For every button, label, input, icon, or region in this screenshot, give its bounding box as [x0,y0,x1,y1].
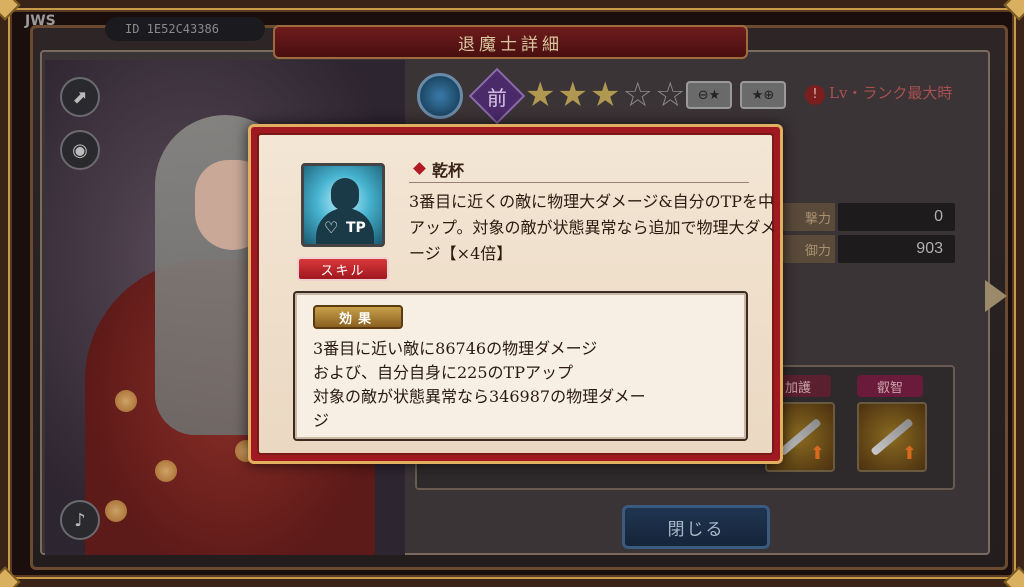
game-logo: JWS [25,13,56,29]
skill-detail-popup[interactable]: ♡ TP スキル 乾杯 3番目に近くの敵に物理大ダメージ&自分のTPを中アップ。… [248,124,783,464]
star-icon: ★ [525,75,556,115]
game-screen: JWS ID 1E52C43386 退魔士詳細 ⬈ ◉ ♪ 前 ★ ★ ★ ☆ … [0,0,1024,587]
share-icon: ⬈ [72,86,88,108]
skill-icon-label: TP [346,220,366,236]
equipment-slot[interactable]: ⬆ [857,402,927,472]
skill-name-row: 乾杯 [409,155,749,183]
stat-row: 撃力 0 [780,203,955,231]
effect-box: 効果 3番目に近い敵に86746の物理ダメージ および、自分自身に225のTPア… [293,291,748,441]
star-icon: ☆ [622,75,653,115]
max-level-label: Lv・ランク最大時 [829,84,953,102]
tp-heart-icon: ♡ [324,218,339,237]
speaker-icon: ♪ [74,509,86,531]
effect-label: 効果 [313,305,403,329]
upgrade-arrow-icon: ⬆ [809,443,825,464]
stat-value: 0 [838,203,955,231]
upgrade-arrow-icon: ⬆ [901,443,917,464]
skill-description: 3番目に近くの敵に物理大ダメージ&自分のTPを中アップ。対象の敵が状態異常なら追… [409,192,777,263]
player-id-bar: ID 1E52C43386 [105,17,265,41]
rank-down-button[interactable]: ⊖★ [686,81,732,109]
rarity-stars: ★ ★ ★ ☆ ☆ [525,76,685,114]
position-label: 前 [487,85,507,110]
stat-label: 御力 [780,235,835,263]
star-icon: ★ [557,75,588,115]
effect-text: 3番目に近い敵に86746の物理ダメージ および、自分自身に225のTPアップ … [313,337,743,433]
skill-name: 乾杯 [432,160,465,180]
stat-value: 903 [838,235,955,263]
frame-corner [1003,566,1024,587]
effect-line: 対象の敵が状態異常なら346987の物理ダメー [313,387,646,406]
max-level-toggle[interactable]: ! Lv・ランク最大時 [805,82,952,105]
effect-line: 3番目に近い敵に86746の物理ダメージ [313,339,598,358]
camera-icon: ◉ [72,139,88,161]
equip-tag: 叡智 [857,375,923,397]
warning-icon: ! [805,85,825,105]
stat-label: 撃力 [780,203,835,231]
effect-line: および、自分自身に225のTPアップ [313,363,573,382]
frame-corner [0,566,21,587]
skill-type-badge: スキル [297,257,389,281]
star-icon: ☆ [654,75,686,115]
next-arrow-icon[interactable] [985,280,1007,312]
effect-line: ジ [313,411,330,430]
rank-up-button[interactable]: ★⊕ [740,81,786,109]
frame-corner [1003,0,1024,21]
frame-corner [0,0,21,21]
voice-button[interactable]: ♪ [60,500,100,540]
popup-body: ♡ TP スキル 乾杯 3番目に近くの敵に物理大ダメージ&自分のTPを中アップ。… [257,133,776,455]
stat-row: 御力 903 [780,235,955,263]
star-icon: ★ [589,75,621,115]
dialog-title: 退魔士詳細 [273,25,748,59]
share-button[interactable]: ⬈ [60,77,100,117]
diamond-bullet-icon [413,162,426,175]
attribute-emblem [417,73,463,119]
close-button[interactable]: 閉じる [622,505,770,549]
skill-icon: ♡ TP [301,163,385,247]
camera-button[interactable]: ◉ [60,130,100,170]
